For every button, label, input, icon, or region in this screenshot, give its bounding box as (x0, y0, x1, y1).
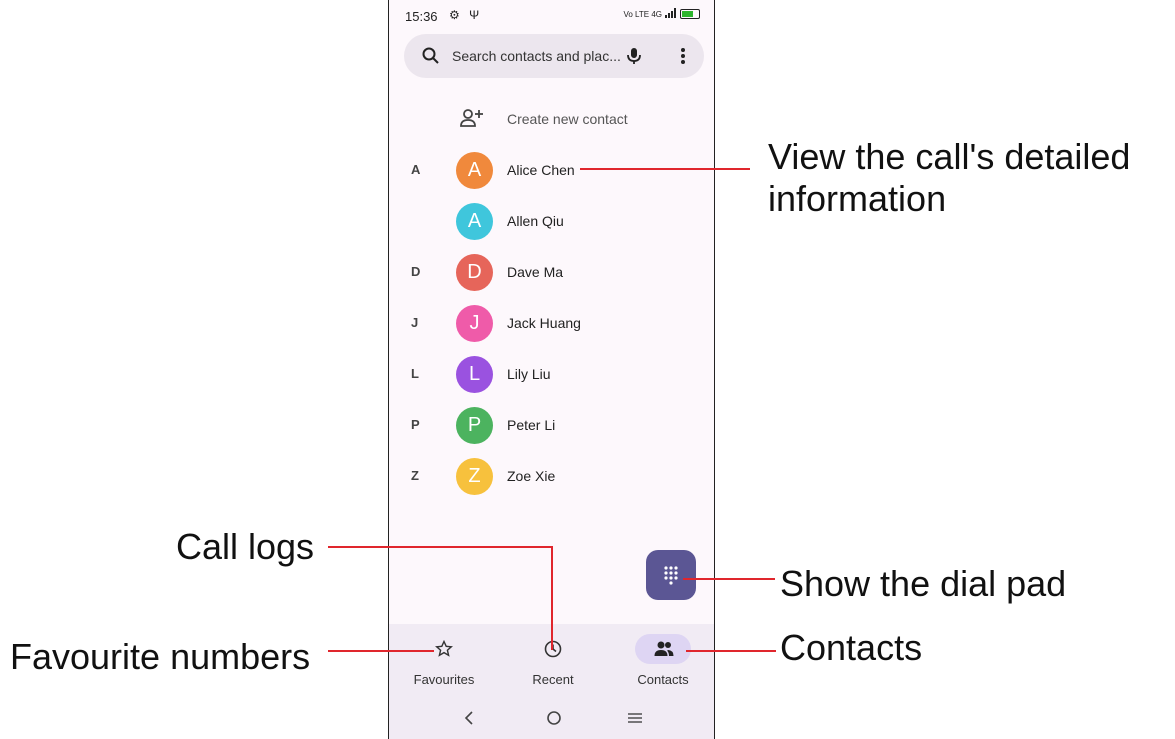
status-icons: ⚙ Ψ (449, 8, 483, 22)
contact-name: Jack Huang (507, 315, 581, 331)
contact-row[interactable]: J J Jack Huang (389, 299, 714, 349)
clock-icon (544, 640, 562, 658)
signal-icon (665, 8, 677, 20)
create-new-contact[interactable]: Create new contact (459, 102, 699, 134)
search-input[interactable]: Search contacts and plac... (452, 48, 621, 64)
add-person-icon (459, 108, 485, 133)
annotation-line-dial-pad (683, 578, 775, 580)
annotation-favourite-numbers: Favourite numbers (10, 636, 311, 677)
contact-row[interactable]: L L Lily Liu (389, 350, 714, 400)
contact-name: Lily Liu (507, 366, 551, 382)
create-contact-label: Create new contact (507, 111, 628, 127)
section-letter: P (411, 417, 420, 432)
annotation-line-favourites (328, 650, 434, 652)
avatar: J (456, 305, 493, 342)
annotation-line-call-logs-v (551, 546, 553, 650)
contact-name: Zoe Xie (507, 468, 556, 484)
contact-row[interactable]: A A Alice Chen (389, 146, 714, 196)
battery-icon (680, 9, 700, 19)
dialpad-icon (664, 566, 678, 585)
avatar: L (456, 356, 493, 393)
contact-name: Allen Qiu (507, 213, 564, 229)
contact-row[interactable]: A Allen Qiu (389, 197, 714, 247)
tab-recent-label: Recent (532, 672, 574, 687)
section-letter: J (411, 315, 419, 330)
avatar: Z (456, 458, 493, 495)
contact-name: Dave Ma (507, 264, 564, 280)
tab-favourites-label: Favourites (413, 672, 475, 687)
status-time: 15:36 (405, 9, 438, 24)
status-right: Vo LTE 4G (623, 8, 700, 20)
people-icon (654, 641, 674, 656)
network-indicator: Vo LTE 4G (623, 9, 662, 19)
tab-contacts[interactable]: Contacts (613, 634, 713, 694)
annotation-dial-pad: Show the dial pad (780, 563, 1067, 604)
tab-recent[interactable]: Recent (503, 634, 603, 694)
annotation-line-view-detail (580, 168, 750, 170)
star-icon (435, 640, 453, 657)
section-letter: Z (411, 468, 419, 483)
mic-icon[interactable] (624, 46, 644, 71)
avatar: A (456, 203, 493, 240)
avatar: D (456, 254, 493, 291)
annotation-contacts: Contacts (780, 627, 923, 668)
annotation-line-contacts (686, 650, 776, 652)
avatar: A (456, 152, 493, 189)
more-options-icon[interactable] (680, 46, 686, 71)
contact-row[interactable]: Z Z Zoe Xie (389, 452, 714, 502)
section-letter: A (411, 162, 421, 177)
search-icon (421, 46, 441, 71)
search-bar[interactable]: Search contacts and plac... (404, 34, 704, 78)
annotation-view-detail-line1: View the call's detailed (768, 136, 1131, 177)
annotation-call-logs: Call logs (176, 526, 315, 567)
contact-row[interactable]: D D Dave Ma (389, 248, 714, 298)
tab-favourites[interactable]: Favourites (394, 634, 494, 694)
contact-name: Alice Chen (507, 162, 575, 178)
contact-row[interactable]: P P Peter Li (389, 401, 714, 451)
recents-menu-icon[interactable] (627, 710, 643, 731)
avatar: P (456, 407, 493, 444)
tab-contacts-label: Contacts (637, 672, 689, 687)
contact-name: Peter Li (507, 417, 556, 433)
system-navigation (389, 707, 714, 733)
annotation-view-detail-line2: information (768, 178, 947, 219)
status-bar: 15:36 ⚙ Ψ Vo LTE 4G (405, 6, 700, 26)
section-letter: L (411, 366, 419, 381)
dialpad-button[interactable] (646, 550, 696, 600)
section-letter: D (411, 264, 421, 279)
annotation-line-call-logs-h (328, 546, 552, 548)
home-icon[interactable] (546, 710, 562, 731)
back-icon[interactable] (464, 710, 474, 731)
